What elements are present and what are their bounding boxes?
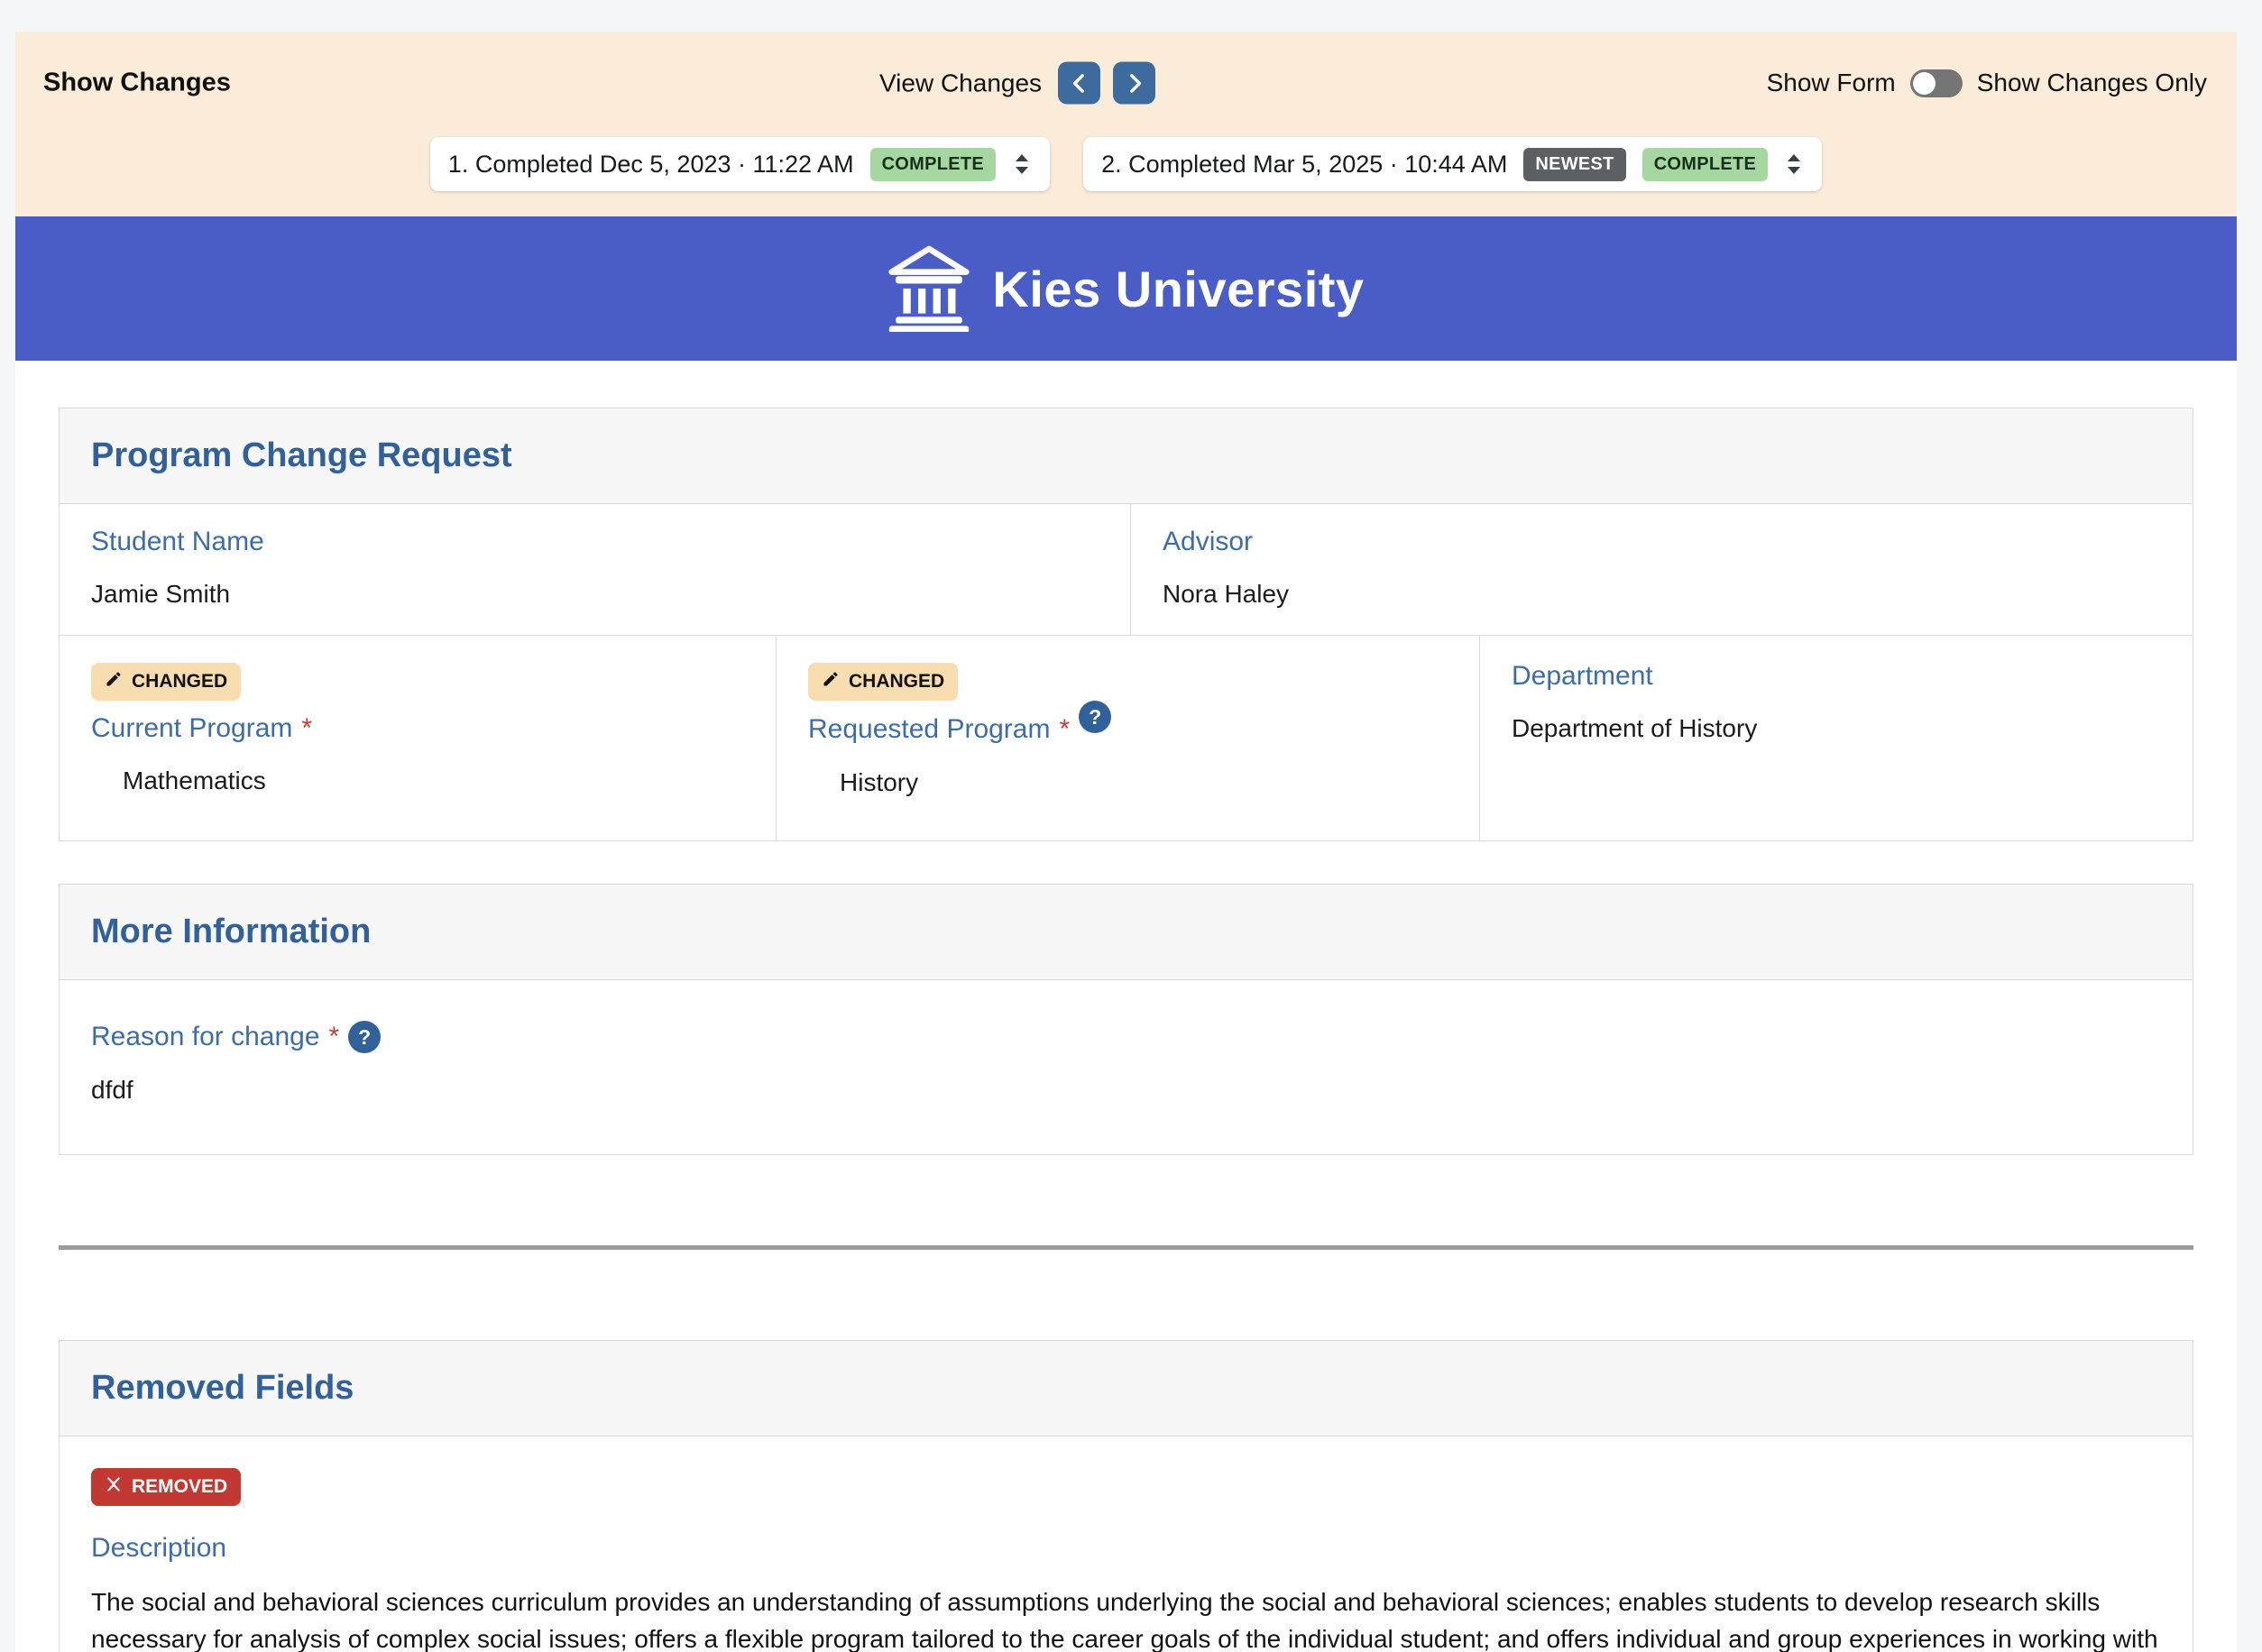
banner-controls-row: Show Changes View Changes (15, 59, 2237, 107)
sort-arrows-icon (1012, 151, 1032, 177)
version-2-status-badge: COMPLETE (1642, 148, 1769, 181)
current-program-field: CHANGED Current Program * Mathematics (60, 636, 777, 840)
more-information-header: More Information (60, 885, 2193, 980)
show-changes-title: Show Changes (43, 69, 231, 98)
department-value: Department of History (1512, 714, 2161, 743)
x-icon (105, 1475, 123, 1499)
advisor-label: Advisor (1163, 527, 2161, 557)
pencil-icon (105, 670, 123, 693)
changed-badge-label: CHANGED (849, 671, 944, 693)
help-icon[interactable]: ? (348, 1021, 381, 1053)
form-content: Program Change Request Student Name Jami… (15, 361, 2237, 1652)
fields-row-2: CHANGED Current Program * Mathematics (60, 635, 2193, 840)
removed-badge-label: REMOVED (132, 1476, 227, 1498)
description-label: Description (91, 1533, 2161, 1564)
previous-change-button[interactable] (1058, 62, 1100, 105)
requested-program-field: CHANGED Requested Program * ? History (777, 636, 1480, 840)
section-title: More Information (91, 913, 2161, 951)
more-information-card: More Information Reason for change * ? d… (59, 884, 2193, 1155)
more-information-body: Reason for change * ? dfdf (60, 980, 2193, 1154)
chevron-left-icon (1068, 71, 1091, 95)
section-title: Removed Fields (91, 1369, 2161, 1408)
section-title: Program Change Request (91, 436, 2161, 475)
department-field: Department Department of History (1480, 636, 2193, 840)
show-changes-only-toggle[interactable] (1910, 69, 1963, 97)
department-label: Department (1512, 661, 2161, 692)
current-program-value: Mathematics (91, 766, 744, 795)
changed-badge-label: CHANGED (132, 671, 227, 693)
program-change-request-header: Program Change Request (60, 408, 2193, 504)
required-asterisk: * (329, 1022, 340, 1052)
description-value: The social and behavioral sciences curri… (91, 1583, 2161, 1652)
required-asterisk: * (301, 713, 312, 744)
removed-badge: REMOVED (91, 1468, 241, 1506)
section-divider (59, 1245, 2193, 1250)
removed-fields-card: Removed Fields REMOVED Description The s… (59, 1340, 2193, 1652)
advisor-field: Advisor Nora Haley (1131, 504, 2193, 635)
advisor-value: Nora Haley (1163, 580, 2161, 609)
student-name-label: Student Name (91, 527, 1099, 557)
changed-badge: CHANGED (808, 663, 958, 701)
version-select-2[interactable]: 2. Completed Mar 5, 2025 · 10:44 AM NEWE… (1083, 137, 1822, 191)
page: Show Changes View Changes (0, 0, 2262, 1652)
requested-program-value: History (808, 768, 1448, 797)
student-name-field: Student Name Jamie Smith (60, 504, 1131, 635)
required-asterisk: * (1059, 714, 1070, 745)
chevron-right-icon (1123, 71, 1146, 95)
removed-fields-header: Removed Fields (60, 1341, 2193, 1436)
pencil-icon (822, 670, 840, 693)
show-changes-only-label: Show Changes Only (1977, 69, 2207, 97)
version-select-1[interactable]: 1. Completed Dec 5, 2023 · 11:22 AM COMP… (430, 137, 1050, 191)
next-change-button[interactable] (1113, 62, 1155, 105)
requested-program-label: Requested Program * ? (808, 713, 1448, 746)
program-change-request-card: Program Change Request Student Name Jami… (59, 408, 2193, 841)
university-name: Kies University (992, 260, 1364, 318)
version-2-label: 2. Completed Mar 5, 2025 · 10:44 AM (1101, 151, 1507, 179)
version-1-label: 1. Completed Dec 5, 2023 · 11:22 AM (448, 151, 854, 179)
version-selectors-row: 1. Completed Dec 5, 2023 · 11:22 AM COMP… (15, 137, 2237, 191)
version-1-status-badge: COMPLETE (870, 148, 997, 181)
sort-arrows-icon (1784, 151, 1804, 177)
version-2-newest-badge: NEWEST (1523, 148, 1625, 181)
version-compare-banner: Show Changes View Changes (15, 32, 2237, 216)
show-form-label: Show Form (1767, 69, 1896, 97)
reason-for-change-value: dfdf (91, 1076, 2161, 1105)
current-program-label: Current Program * (91, 713, 744, 744)
university-header: Kies University (15, 216, 2237, 361)
changed-badge: CHANGED (91, 663, 241, 701)
fields-row-1: Student Name Jamie Smith Advisor Nora Ha… (60, 504, 2193, 635)
student-name-value: Jamie Smith (91, 580, 1099, 609)
toggle-knob (1913, 72, 1936, 95)
content-container: Show Changes View Changes (15, 0, 2237, 1652)
university-building-icon (887, 245, 970, 332)
view-changes-group: View Changes (879, 62, 1155, 105)
view-changes-label: View Changes (879, 69, 1042, 97)
reason-for-change-label: Reason for change * ? (91, 1021, 2161, 1053)
display-mode-toggle-group: Show Form Show Changes Only (1767, 69, 2207, 97)
removed-fields-body: REMOVED Description The social and behav… (60, 1436, 2193, 1652)
help-icon[interactable]: ? (1079, 701, 1111, 733)
